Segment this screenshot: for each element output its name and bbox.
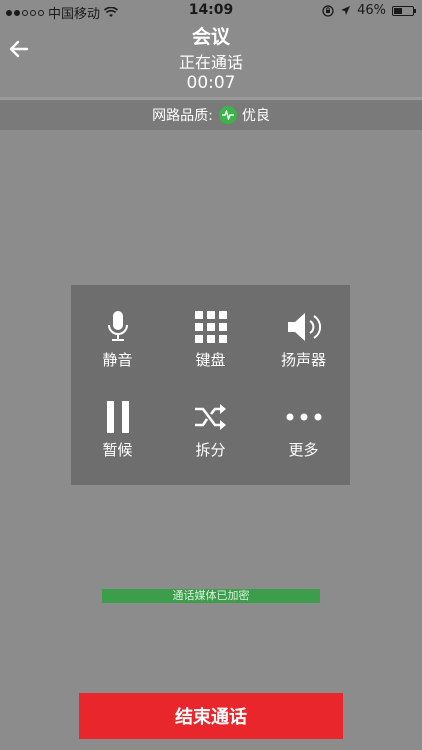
signal-pulse-icon [218, 106, 237, 124]
split-button[interactable]: 拆分 [164, 375, 257, 465]
speaker-icon [287, 313, 321, 341]
page-title: 会议 [191, 26, 230, 48]
call-status: 正在通话 [178, 53, 243, 72]
call-screen: 中国移动 14:09 46% 会议 正在通话 00:07 网路品质: 优良 静音… [0, 0, 422, 750]
rotation-lock-icon [322, 4, 334, 17]
more-icon [286, 413, 321, 421]
battery-icon [392, 5, 416, 16]
network-quality-label: 网路品质: [152, 108, 213, 124]
status-bar: 中国移动 14:09 46% [0, 0, 422, 22]
speaker-button[interactable]: 扬声器 [257, 285, 350, 375]
more-button[interactable]: 更多 [257, 375, 350, 465]
encryption-status-badge: 通话媒体已加密 [102, 589, 320, 603]
mute-button[interactable]: 静音 [71, 285, 164, 375]
mute-label: 静音 [102, 351, 133, 369]
split-label: 拆分 [195, 441, 226, 459]
speaker-label: 扬声器 [280, 351, 326, 369]
hold-label: 暂候 [102, 441, 133, 459]
keypad-label: 键盘 [195, 351, 226, 369]
split-icon [194, 404, 226, 430]
end-call-button[interactable]: 结束通话 [79, 693, 343, 739]
location-arrow-icon [341, 6, 351, 15]
call-controls-panel: 静音 键盘 扬声器 暂候 拆分 更多 [71, 285, 350, 485]
network-quality-bar: 网路品质: 优良 [0, 100, 422, 130]
pause-icon [106, 401, 129, 433]
microphone-icon [107, 311, 128, 341]
more-label: 更多 [288, 441, 319, 459]
hold-button[interactable]: 暂候 [71, 375, 164, 465]
network-quality-value: 优良 [241, 108, 270, 124]
keypad-button[interactable]: 键盘 [164, 285, 257, 375]
call-duration: 00:07 [186, 73, 236, 93]
status-right: 46% [322, 3, 416, 18]
call-header: 会议 正在通话 00:07 [0, 22, 422, 98]
battery-percent: 46% [357, 3, 386, 18]
keypad-icon [194, 311, 227, 343]
